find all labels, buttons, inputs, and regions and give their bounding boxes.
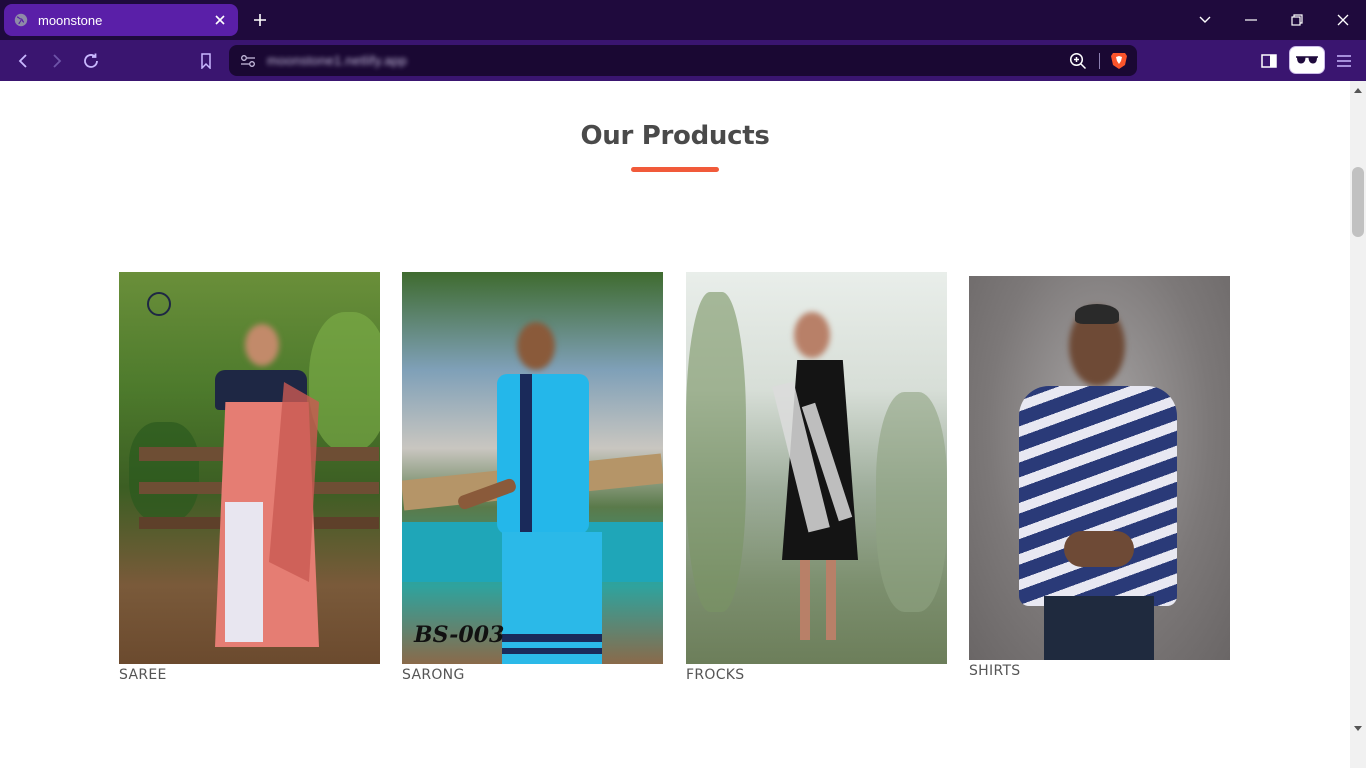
product-card-saree[interactable]: SAREE [119,272,380,683]
brave-shield-icon[interactable] [1110,51,1128,70]
globe-icon [14,13,28,27]
reader-mode-glasses-icon[interactable] [1289,46,1325,74]
scrollbar-thumb[interactable] [1352,167,1364,237]
product-card-sarong[interactable]: BS-003 SARONG [402,272,663,683]
tab-list-chevron-icon[interactable] [1195,10,1215,30]
reload-button[interactable] [80,50,102,72]
product-image-shirts[interactable] [969,276,1230,660]
minimize-button[interactable] [1241,10,1261,30]
product-image-saree[interactable] [119,272,380,664]
close-tab-icon[interactable] [212,12,228,28]
product-label-shirts[interactable]: SHIRTS [969,663,1230,679]
page-viewport: Our Products SAREE BS-003 SARONG FROCKS … [0,81,1350,768]
product-photo-code: BS-003 [414,622,505,648]
omnibox-divider [1099,53,1100,69]
site-settings-icon[interactable] [239,52,257,70]
forward-button[interactable] [46,50,68,72]
tab-title: moonstone [38,12,103,28]
url-text: moonstone1.netlify.app [267,53,408,68]
scroll-up-arrow-icon[interactable] [1353,85,1363,95]
address-bar[interactable]: moonstone1.netlify.app [229,45,1137,76]
vertical-scrollbar[interactable] [1350,81,1366,768]
title-underline [631,167,719,172]
browser-tab-active[interactable]: moonstone [4,4,238,36]
section-title: Our Products [580,121,770,151]
product-card-shirts[interactable]: SHIRTS [969,276,1230,679]
product-image-frocks[interactable] [686,272,947,664]
product-label-sarong[interactable]: SARONG [402,667,663,683]
product-image-sarong[interactable]: BS-003 [402,272,663,664]
browser-titlebar: moonstone [0,0,1366,40]
zoom-icon[interactable] [1069,52,1087,70]
bookmark-icon[interactable] [195,50,217,72]
menu-icon[interactable] [1334,50,1354,72]
scroll-down-arrow-icon[interactable] [1353,723,1363,733]
new-tab-button[interactable] [250,10,270,30]
sidebar-toggle-icon[interactable] [1259,50,1279,72]
back-button[interactable] [12,50,34,72]
close-window-button[interactable] [1333,10,1353,30]
restore-button[interactable] [1287,10,1307,30]
product-card-frocks[interactable]: FROCKS [686,272,947,683]
product-label-saree[interactable]: SAREE [119,667,380,683]
product-label-frocks[interactable]: FROCKS [686,667,947,683]
